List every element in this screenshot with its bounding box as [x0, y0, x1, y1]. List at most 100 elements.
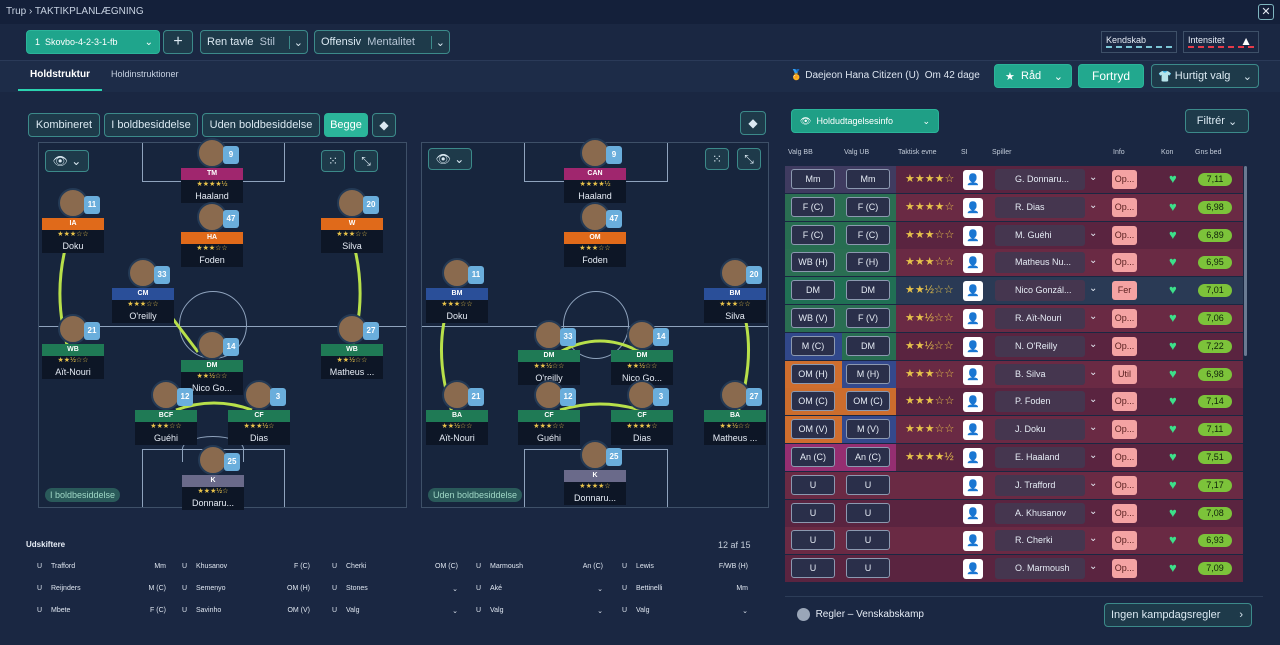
player-card[interactable]: 27 BA ★★½☆☆ Matheus ...: [704, 380, 766, 445]
table-row[interactable]: U U 👤 O. Marmoush ⌄ Op... ♥ 7,09: [785, 555, 1243, 583]
bb-role-chip[interactable]: WB (V): [791, 308, 835, 328]
chevron-down-icon[interactable]: ⌄: [1089, 533, 1097, 544]
chevron-down-icon[interactable]: ⌄: [1089, 228, 1097, 239]
column-header[interactable]: Info: [1113, 149, 1125, 156]
info-badge[interactable]: Op...: [1112, 448, 1137, 467]
ub-role-chip[interactable]: Mm: [846, 169, 890, 189]
player-card[interactable]: 33 CM ★★★☆☆ O'reilly: [112, 258, 174, 323]
player-card[interactable]: 33 DM ★★½☆☆ O'reilly: [518, 320, 580, 385]
bb-role-chip[interactable]: U: [791, 502, 835, 523]
bb-role-chip[interactable]: OM (C): [791, 391, 835, 412]
chevron-down-icon[interactable]: ⌄: [1089, 394, 1097, 405]
chevron-down-icon[interactable]: ⌄: [1089, 255, 1097, 266]
person-icon[interactable]: 👤: [963, 392, 983, 413]
ub-role-chip[interactable]: M (V): [846, 419, 890, 440]
chevron-down-icon[interactable]: ⌄: [1089, 311, 1097, 322]
person-icon[interactable]: 👤: [963, 503, 983, 524]
ub-role-chip[interactable]: F (C): [846, 196, 890, 217]
sub-player-name[interactable]: Marmoush: [490, 563, 523, 570]
table-row[interactable]: WB (H) F (H) ★★★☆☆ 👤 Matheus Nu... ⌄ Op... ♥ 6,9…: [785, 249, 1243, 277]
table-row[interactable]: OM (V) M (V) ★★★☆☆ 👤 J. Doku ⌄ Op... ♥ 7,11: [785, 416, 1243, 444]
bb-role-chip[interactable]: Mm: [791, 169, 835, 189]
info-badge[interactable]: Op...: [1112, 336, 1137, 356]
player-card[interactable]: 21 WB ★★½☆☆ Aït-Nouri: [42, 314, 104, 379]
info-badge[interactable]: Op...: [1112, 309, 1137, 328]
chevron-down-icon[interactable]: ⌄: [1089, 506, 1097, 517]
visibility-toggle-left[interactable]: 👁 ⌄: [45, 150, 89, 172]
chevron-down-icon[interactable]: ⌄: [1089, 367, 1097, 378]
selection-info-dropdown[interactable]: 👁 Holdudtagelsesinfo ⌄: [791, 109, 939, 133]
chevron-down-icon[interactable]: ⌄: [1089, 450, 1097, 461]
table-row[interactable]: M (C) DM ★★½☆☆ 👤 N. O'Reilly ⌄ Op... ♥ 7,22: [785, 332, 1243, 360]
player-selector[interactable]: P. Foden: [995, 391, 1085, 413]
visibility-toggle-right[interactable]: 👁 ⌄: [428, 148, 472, 170]
table-row[interactable]: An (C) An (C) ★★★★½ 👤 E. Haaland ⌄ Op... ♥ 7,51: [785, 444, 1243, 471]
player-card[interactable]: 3 CF ★★★★☆ Dias: [611, 380, 673, 445]
sub-player-name[interactable]: Aké: [490, 585, 502, 592]
expand-toggle-left[interactable]: ⤡: [354, 150, 378, 172]
table-row[interactable]: OM (H) M (H) ★★★☆☆ 👤 B. Silva ⌄ Util ♥ 6,98: [785, 360, 1243, 388]
player-card[interactable]: 11 IA ★★★☆☆ Doku: [42, 188, 104, 253]
sub-player-name[interactable]: Khusanov: [196, 563, 227, 570]
ub-role-chip[interactable]: U: [846, 502, 890, 523]
info-badge[interactable]: Op...: [1112, 503, 1137, 523]
grid-toggle-left[interactable]: ⁙: [321, 150, 345, 172]
bb-role-chip[interactable]: U: [791, 558, 835, 579]
person-icon[interactable]: 👤: [963, 364, 983, 385]
table-row[interactable]: F (C) F (C) ★★★★☆ 👤 R. Dias ⌄ Op... ♥ 6,98: [785, 193, 1243, 221]
ub-role-chip[interactable]: M (H): [846, 363, 890, 384]
player-selector[interactable]: Matheus Nu...: [995, 252, 1085, 274]
player-card[interactable]: 12 BCF ★★★☆☆ Guéhi: [135, 380, 197, 445]
sub-player-name[interactable]: Cherki: [346, 563, 366, 570]
player-card[interactable]: 20 BM ★★★☆☆ Silva: [704, 258, 766, 323]
person-icon[interactable]: 👤: [963, 336, 983, 357]
ub-role-chip[interactable]: DM: [846, 335, 890, 356]
ub-role-chip[interactable]: U: [846, 474, 890, 495]
player-card[interactable]: 27 WB ★★½☆☆ Matheus ...: [321, 314, 383, 379]
person-icon[interactable]: 👤: [963, 559, 983, 580]
info-badge[interactable]: Op...: [1112, 392, 1137, 412]
column-header[interactable]: SI: [961, 149, 968, 156]
table-row[interactable]: F (C) F (C) ★★★☆☆ 👤 M. Guéhi ⌄ Op... ♥ 6,89: [785, 221, 1243, 249]
player-card[interactable]: 20 W ★★★☆☆ Silva: [321, 188, 383, 253]
bb-role-chip[interactable]: OM (H): [791, 363, 835, 384]
ub-role-chip[interactable]: F (H): [846, 252, 890, 273]
player-card[interactable]: 25 K ★★★½☆ Donnaru...: [182, 445, 244, 510]
info-badge[interactable]: Op...: [1112, 197, 1137, 217]
ub-role-chip[interactable]: F (C): [846, 224, 890, 245]
bb-role-chip[interactable]: M (C): [791, 335, 835, 356]
info-badge[interactable]: Op...: [1112, 253, 1137, 273]
table-row[interactable]: U U 👤 R. Cherki ⌄ Op... ♥ 6,93: [785, 527, 1243, 555]
chevron-down-icon[interactable]: ⌄: [1089, 478, 1097, 489]
column-header[interactable]: Valg BB: [788, 149, 813, 156]
player-card[interactable]: 25 K ★★★★☆ Donnaru...: [564, 440, 626, 505]
matchday-rules-button[interactable]: Ingen kampdagsregler ›: [1104, 603, 1252, 627]
player-card[interactable]: 21 BA ★★½☆☆ Aït-Nouri: [426, 380, 488, 445]
player-card[interactable]: 12 CF ★★★☆☆ Guéhi: [518, 380, 580, 445]
player-card[interactable]: 47 HA ★★★☆☆ Foden: [181, 202, 243, 267]
bb-role-chip[interactable]: WB (H): [791, 252, 835, 273]
bb-role-chip[interactable]: DM: [791, 280, 835, 301]
column-header[interactable]: Kon: [1161, 149, 1173, 156]
info-badge[interactable]: Op...: [1112, 559, 1137, 579]
chevron-down-icon[interactable]: ⌄: [1089, 200, 1097, 211]
sub-player-name[interactable]: Trafford: [51, 563, 75, 570]
person-icon[interactable]: 👤: [963, 531, 983, 552]
player-selector[interactable]: Nico Gonzál...: [995, 280, 1085, 302]
player-selector[interactable]: R. Dias: [995, 196, 1085, 218]
ub-role-chip[interactable]: F (V): [846, 308, 890, 328]
table-row[interactable]: U U 👤 J. Trafford ⌄ Op... ♥ 7,17: [785, 471, 1243, 499]
person-icon[interactable]: 👤: [963, 309, 983, 329]
sub-player-name[interactable]: Reijnders: [51, 585, 81, 592]
sub-player-name[interactable]: Lewis: [636, 563, 654, 570]
expand-toggle-right[interactable]: ⤡: [737, 148, 761, 170]
sub-player-name[interactable]: Savinho: [196, 607, 221, 614]
column-header[interactable]: Taktisk evne: [898, 149, 937, 156]
sub-player-name[interactable]: Valg: [490, 607, 504, 614]
column-header[interactable]: Gns bed: [1195, 149, 1221, 156]
column-header[interactable]: Spiller: [992, 149, 1011, 156]
chevron-down-icon[interactable]: ⌄: [1089, 561, 1097, 572]
person-icon[interactable]: 👤: [963, 475, 983, 496]
grid-toggle-right[interactable]: ⁙: [705, 148, 729, 170]
chevron-down-icon[interactable]: ⌄: [1089, 172, 1097, 183]
